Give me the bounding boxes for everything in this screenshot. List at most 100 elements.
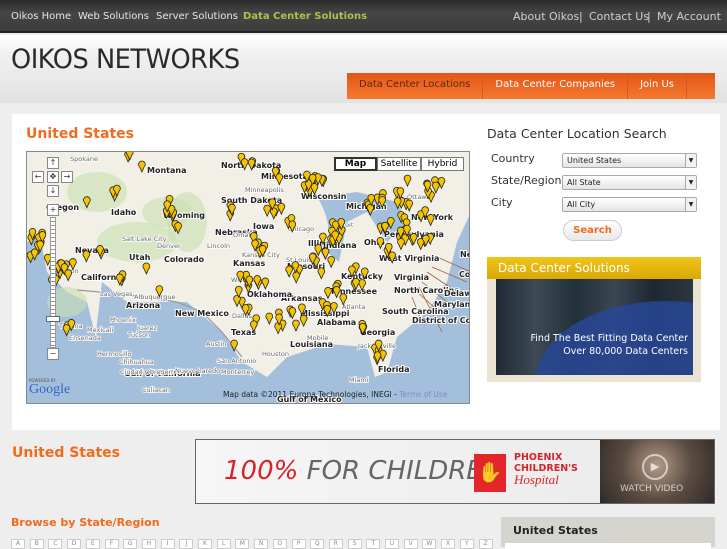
search-button[interactable]: Search [563, 220, 622, 241]
letter-f[interactable]: F [104, 539, 119, 549]
letter-b[interactable]: B [29, 539, 44, 549]
nav-about-oikos[interactable]: About Oikos [513, 10, 579, 23]
letter-v[interactable]: V [403, 539, 418, 549]
letter-l[interactable]: L [216, 539, 231, 549]
letter-w[interactable]: W [422, 539, 437, 549]
city-label: Hermosillo [97, 350, 132, 358]
letter-x[interactable]: X [441, 539, 456, 549]
state-label: Maryland [434, 300, 470, 309]
city-label: Tucson [127, 331, 150, 339]
letter-c[interactable]: C [48, 539, 63, 549]
country-value: United States [567, 156, 622, 165]
google-logo: Google [29, 382, 71, 397]
letter-g[interactable]: G [123, 539, 138, 549]
letter-t[interactable]: T [366, 539, 381, 549]
letter-d[interactable]: D [67, 539, 82, 549]
tab-join-us[interactable]: Join Us [628, 73, 687, 99]
logo[interactable]: OIKOS NETWORKS [11, 44, 240, 75]
hospital-name: PHOENIX CHILDREN'S Hospital [514, 452, 578, 486]
page-title: United States [26, 126, 134, 142]
pan-up-icon[interactable]: ↑ [47, 157, 59, 169]
letter-u[interactable]: U [385, 539, 399, 549]
zoom-slider-handle[interactable] [46, 316, 60, 322]
data-center-solutions-ad[interactable]: Data Center Solutions Find The Best Fitt… [487, 257, 701, 382]
banner-headline: 100% FOR CHILDREN [224, 456, 502, 486]
city-select[interactable]: All City ▼ [562, 197, 697, 212]
tab-data-center-locations[interactable]: Data Center Locations [347, 73, 484, 99]
letter-r[interactable]: R [328, 539, 343, 549]
letter-n[interactable]: N [254, 539, 269, 549]
letter-j[interactable]: J [179, 539, 194, 549]
nav-my-account[interactable]: My Account [657, 10, 721, 23]
letter-e[interactable]: E [85, 539, 100, 549]
nav-server-solutions[interactable]: Server Solutions [156, 11, 238, 22]
city-label: Albuquerque [134, 293, 176, 301]
map-canvas[interactable]: North DakotaSouth DakotaMontanaIdaho Wyom… [27, 152, 470, 404]
country-select[interactable]: United States ▼ [562, 153, 697, 168]
city-label: Culiacan [142, 386, 170, 394]
city-label: Lincoln [207, 242, 230, 250]
letter-a[interactable]: A [11, 539, 25, 549]
state-value: All State [567, 178, 601, 187]
nav-oikos-home[interactable]: Oikos Home [11, 11, 71, 22]
nav-contact-us[interactable]: Contact Us [589, 10, 649, 23]
city-label: St Louis [286, 256, 312, 264]
city-label: Chihuahua [119, 358, 154, 366]
pan-center-icon[interactable]: ✥ [47, 171, 59, 183]
nav-web-solutions[interactable]: Web Solutions [78, 11, 149, 22]
nav-separator: | [579, 10, 583, 23]
attribution-text: Map data ©2011 Europa Technologies, INEG… [223, 390, 400, 399]
chevron-down-icon: ▼ [685, 176, 696, 189]
state-label: Kansas [233, 259, 265, 268]
state-label: Idaho [111, 208, 137, 217]
city-label: Mexicali [87, 326, 114, 334]
letter-o[interactable]: O [272, 539, 287, 549]
hand-heart-logo-icon: ✋ [474, 454, 506, 492]
zoom-slider[interactable] [50, 217, 56, 348]
letter-s[interactable]: S [347, 539, 362, 549]
play-icon[interactable]: ▶ [642, 454, 668, 480]
city-label: Juarez [136, 324, 158, 332]
letter-q[interactable]: Q [310, 539, 325, 549]
state-label: Montana [147, 166, 186, 175]
nav-separator: | [647, 10, 651, 23]
state-label: Minnesota [261, 172, 308, 181]
watch-video-label: WATCH VIDEO [620, 484, 684, 494]
video-thumbnail[interactable]: ▶ WATCH VIDEO [600, 440, 714, 503]
map-type-satellite-button[interactable]: Satellite [377, 157, 421, 171]
banner-for-children: FOR CHILDREN [306, 456, 503, 486]
banner-percent: 100% [224, 456, 299, 486]
state-label: Utah [129, 253, 151, 262]
city-label: Monterrey [221, 368, 254, 376]
letter-h[interactable]: H [141, 539, 156, 549]
states-box-body [505, 543, 711, 549]
pan-left-icon[interactable]: ← [32, 171, 44, 183]
letter-i[interactable]: I [160, 539, 175, 549]
map-type-map-button[interactable]: Map [334, 157, 377, 171]
city-label: Ensenada [69, 334, 101, 342]
letter-k[interactable]: K [198, 539, 212, 549]
state-label: State/Region [491, 174, 562, 187]
pan-down-icon[interactable]: ↓ [47, 185, 59, 197]
zoom-in-icon[interactable]: + [47, 204, 59, 216]
city-value: All City [567, 200, 596, 209]
chevron-down-icon: ▼ [685, 198, 696, 211]
letter-m[interactable]: M [235, 539, 250, 549]
nav-data-center-solutions[interactable]: Data Center Solutions [243, 11, 367, 22]
letter-z[interactable]: Z [478, 539, 493, 549]
city-label: Minneapolis [245, 186, 284, 194]
map-type-hybrid-button[interactable]: Hybrid [421, 157, 464, 171]
letter-p[interactable]: P [291, 539, 306, 549]
state-select[interactable]: All State ▼ [562, 175, 697, 190]
country-label: Country [491, 152, 535, 165]
letter-y[interactable]: Y [459, 539, 474, 549]
terms-of-use-link[interactable]: Terms of Use [399, 390, 447, 399]
ad-banner[interactable]: 100% FOR CHILDREN ✋ PHOENIX CHILDREN'S Hos… [195, 439, 715, 504]
pan-right-icon[interactable]: → [61, 171, 73, 183]
city-label: Phoenix [110, 316, 136, 324]
state-label: Arizona [126, 301, 160, 310]
data-center-map[interactable]: North Dakota South Dakota Montana Idaho Wyom… [26, 151, 470, 404]
zoom-out-icon[interactable]: − [47, 348, 59, 360]
solutions-line2: Over 80,000 Data Centers [563, 346, 688, 357]
tab-data-center-companies[interactable]: Data Center Companies [483, 73, 629, 99]
